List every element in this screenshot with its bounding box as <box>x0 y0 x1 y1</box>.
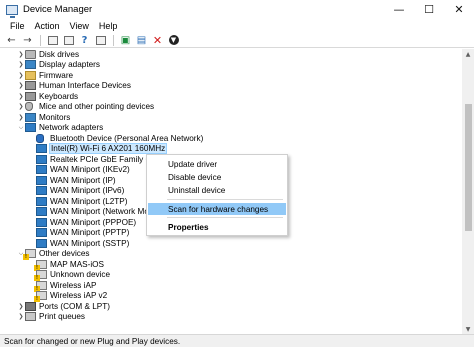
expand-icon[interactable]: ❯ <box>17 91 25 101</box>
printer-icon <box>25 312 36 322</box>
tree-device-selected[interactable]: Intel(R) Wi-Fi 6 AX201 160MHz <box>0 143 458 155</box>
unknown-device-icon <box>23 249 36 261</box>
vertical-scrollbar[interactable]: ▲ ▼ <box>462 49 474 334</box>
tree-category[interactable]: ❯ Firmware <box>0 70 458 81</box>
warning-device-icon <box>34 291 47 303</box>
uninstall-icon[interactable]: ✕ <box>150 34 165 47</box>
view-icon[interactable] <box>93 34 108 47</box>
menu-view[interactable]: View <box>65 21 94 31</box>
tree-category[interactable]: ❯ Mice and other pointing devices <box>0 102 458 113</box>
tree-device[interactable]: Wireless iAP <box>0 280 458 292</box>
help-icon[interactable]: ? <box>77 34 92 47</box>
toolbar-separator <box>113 34 114 46</box>
keyboard-icon <box>25 91 36 101</box>
tree-device[interactable]: WAN Miniport (SSTP) <box>0 238 458 249</box>
window-title: Device Manager <box>23 4 93 15</box>
tree-category[interactable]: ❯ Ports (COM & LPT) <box>0 301 458 312</box>
expand-icon[interactable]: ❯ <box>17 312 25 322</box>
network-adapter-icon <box>36 217 47 227</box>
expand-icon[interactable]: ❯ <box>17 102 25 112</box>
network-adapter-icon <box>36 207 47 217</box>
expand-icon[interactable]: ❯ <box>17 112 25 122</box>
context-disable-device[interactable]: Disable device <box>148 171 286 183</box>
scroll-down-arrow-icon[interactable]: ▼ <box>462 324 474 334</box>
tree-category[interactable]: ❯ Print queues <box>0 312 458 323</box>
menu-bar: File Action View Help <box>0 19 474 33</box>
folder-icon <box>25 70 36 80</box>
tree-category[interactable]: ❯ Monitors <box>0 112 458 123</box>
tree-device[interactable]: MAP MAS-iOS <box>0 259 458 271</box>
context-menu: Update driver Disable device Uninstall d… <box>146 154 288 236</box>
context-separator <box>167 217 283 218</box>
minimize-button[interactable]: — <box>384 0 414 19</box>
network-adapter-icon <box>36 175 47 185</box>
network-adapter-icon <box>36 154 47 164</box>
tree-category[interactable]: ❯ Keyboards <box>0 91 458 102</box>
network-adapter-icon <box>36 165 47 175</box>
title-bar: Device Manager — ☐ ✕ <box>0 0 474 19</box>
tree-category[interactable]: ❯ Human Interface Devices <box>0 81 458 92</box>
close-button[interactable]: ✕ <box>444 0 474 19</box>
port-icon <box>25 301 36 311</box>
monitor-icon <box>25 112 36 122</box>
scrollbar-thumb[interactable] <box>465 104 472 231</box>
device-manager-app-icon <box>6 4 18 18</box>
collapse-icon[interactable]: ⌵ <box>17 123 25 133</box>
warning-device-icon <box>34 280 47 292</box>
window-controls: — ☐ ✕ <box>384 0 474 19</box>
tree-device[interactable]: Unknown device <box>0 270 458 282</box>
menu-help[interactable]: Help <box>94 21 123 31</box>
expand-icon[interactable]: ❯ <box>17 49 25 59</box>
scan-hardware-icon[interactable]: ▤ <box>134 34 149 47</box>
print-icon[interactable] <box>61 34 76 47</box>
expand-icon[interactable]: ❯ <box>17 81 25 91</box>
maximize-button[interactable]: ☐ <box>414 0 444 19</box>
network-adapter-icon <box>36 228 47 238</box>
context-uninstall-device[interactable]: Uninstall device <box>148 184 286 196</box>
bluetooth-icon <box>36 133 44 143</box>
mouse-icon <box>25 102 33 112</box>
context-separator <box>167 199 283 200</box>
warning-device-icon <box>34 270 47 282</box>
network-adapter-icon <box>25 123 36 133</box>
menu-file[interactable]: File <box>5 21 30 31</box>
toolbar-separator <box>40 34 41 46</box>
network-adapter-icon <box>36 186 47 196</box>
context-scan-hardware-changes[interactable]: Scan for hardware changes <box>148 203 286 215</box>
toolbar: ← → ? ▣ ▤ ✕ ▼ <box>0 33 474 48</box>
properties-icon[interactable] <box>45 34 60 47</box>
disk-icon <box>25 49 36 59</box>
expand-icon[interactable]: ❯ <box>17 301 25 311</box>
tree-category[interactable]: ❯ Disk drives <box>0 49 458 60</box>
tree-category-other-devices[interactable]: ⌵Other devices <box>0 249 458 261</box>
warning-device-icon <box>34 259 47 271</box>
back-arrow-icon[interactable]: ← <box>4 34 19 47</box>
tree-device[interactable]: Wireless iAP v2 <box>0 291 458 303</box>
update-driver-icon[interactable]: ▣ <box>118 34 133 47</box>
enable-icon[interactable]: ▼ <box>166 34 181 47</box>
network-adapter-icon <box>36 238 47 248</box>
expand-icon[interactable]: ❯ <box>17 70 25 80</box>
monitor-icon <box>25 60 36 70</box>
network-adapter-icon <box>36 144 47 154</box>
status-text: Scan for changed or new Plug and Play de… <box>4 336 181 346</box>
network-adapter-icon <box>36 196 47 206</box>
context-update-driver[interactable]: Update driver <box>148 158 286 170</box>
tree-category[interactable]: ❯ Display adapters <box>0 60 458 71</box>
scroll-up-arrow-icon[interactable]: ▲ <box>462 49 474 59</box>
forward-arrow-icon[interactable]: → <box>20 34 35 47</box>
context-properties[interactable]: Properties <box>148 221 286 233</box>
tree-category-network-adapters[interactable]: ⌵ Network adapters <box>0 123 458 134</box>
status-bar: Scan for changed or new Plug and Play de… <box>0 334 474 347</box>
menu-action[interactable]: Action <box>30 21 65 31</box>
tree-device[interactable]: Bluetooth Device (Personal Area Network) <box>0 133 458 144</box>
hid-icon <box>25 81 36 91</box>
expand-icon[interactable]: ❯ <box>17 60 25 70</box>
